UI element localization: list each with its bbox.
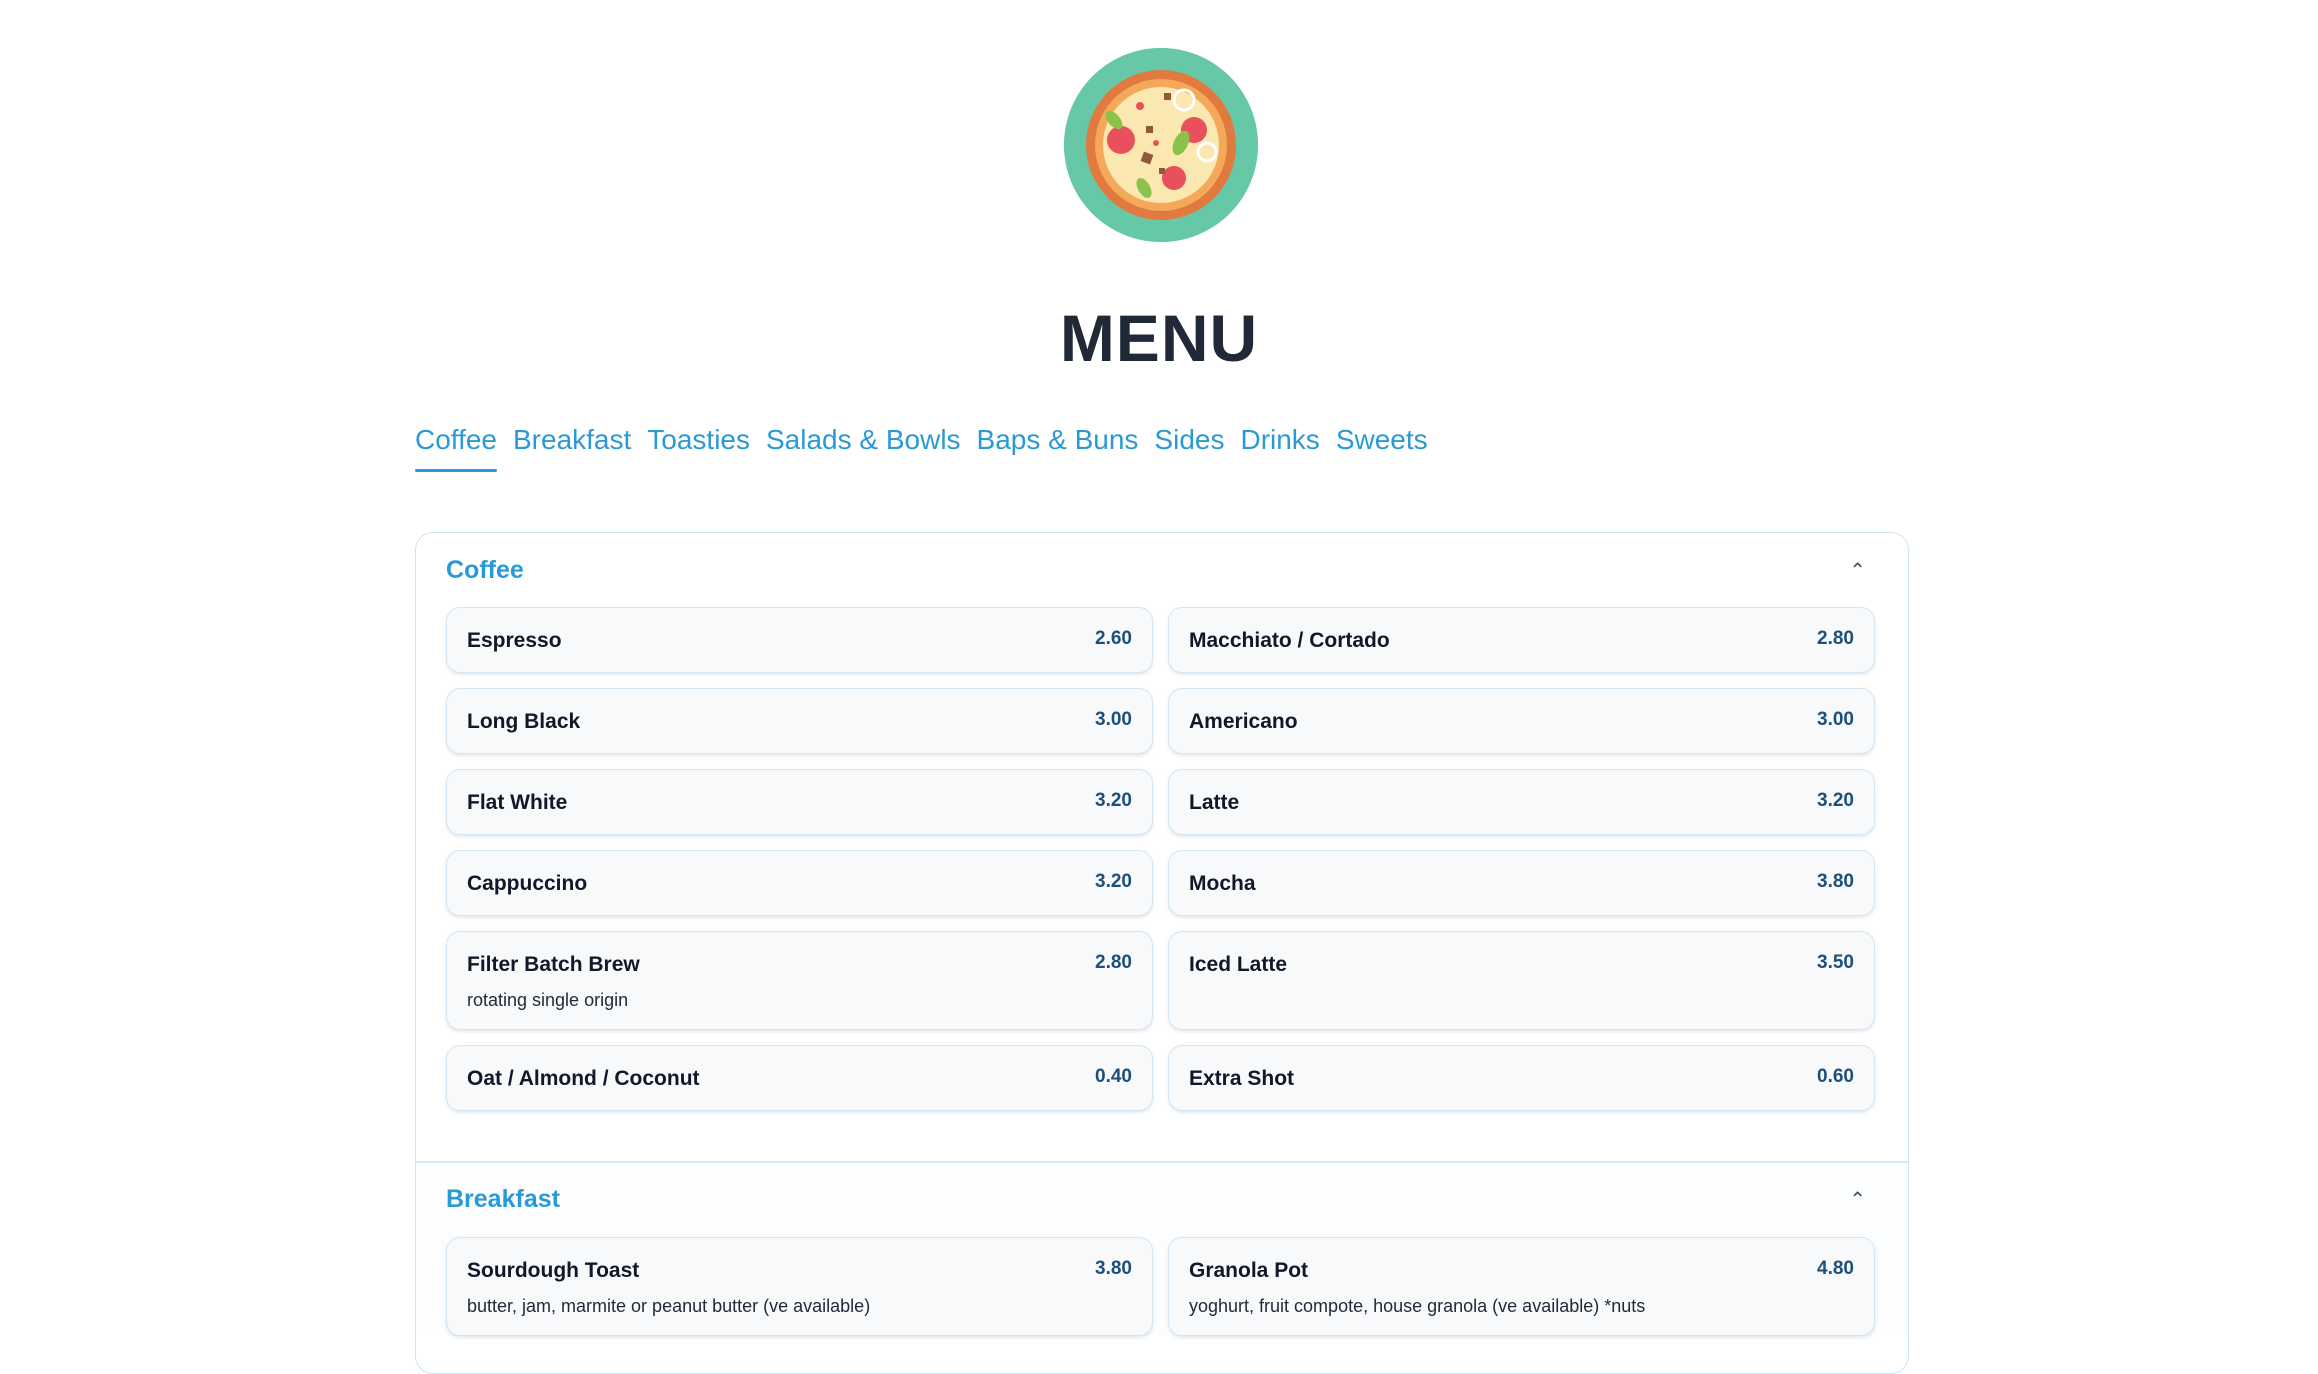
section-breakfast: Breakfast ⌃ Sourdough Toast 3.80 butter, …: [416, 1162, 1908, 1336]
tab-sweets[interactable]: Sweets: [1336, 424, 1428, 472]
menu-item: Oat / Almond / Coconut 0.40: [446, 1045, 1153, 1111]
item-description: rotating single origin: [467, 990, 629, 1010]
menu-item: Latte 3.20: [1168, 769, 1875, 835]
item-name: Americano: [1189, 710, 1298, 733]
menu-item: Americano 3.00: [1168, 688, 1875, 754]
item-name: Cappuccino: [467, 872, 588, 895]
item-price: 3.80: [1817, 871, 1854, 892]
tab-breakfast[interactable]: Breakfast: [513, 424, 631, 472]
tab-drinks[interactable]: Drinks: [1240, 424, 1319, 472]
menu-panel: Coffee ⌃ Espresso 2.60 Macchiato / Cortad…: [415, 532, 1909, 1374]
item-name: Iced Latte: [1189, 953, 1288, 976]
item-description: yoghurt, fruit compote, house granola (v…: [1189, 1295, 1646, 1316]
item-name: Long Black: [467, 710, 581, 733]
tab-salads-bowls[interactable]: Salads & Bowls: [766, 424, 961, 472]
item-price: 3.80: [1095, 1257, 1132, 1279]
menu-item: Filter Batch Brew 2.80 rotating single or…: [446, 931, 1153, 1030]
item-description: butter, jam, marmite or peanut butter (v…: [467, 1295, 871, 1316]
item-price: 2.80: [1817, 628, 1854, 649]
item-price: 3.50: [1817, 952, 1854, 973]
item-grid: Sourdough Toast 3.80 butter, jam, marmite…: [446, 1236, 1878, 1336]
item-price: 0.60: [1817, 1066, 1854, 1087]
menu-item: Cappuccino 3.20: [446, 850, 1153, 916]
tab-baps-buns[interactable]: Baps & Buns: [977, 424, 1139, 472]
item-price: 3.20: [1817, 790, 1854, 811]
menu-item: Macchiato / Cortado 2.80: [1168, 607, 1875, 673]
section-coffee: Coffee ⌃ Espresso 2.60 Macchiato / Cortad…: [416, 533, 1908, 1111]
item-name: Latte: [1189, 791, 1240, 814]
item-price: 2.80: [1095, 952, 1132, 973]
tab-toasties[interactable]: Toasties: [647, 424, 750, 472]
item-grid: Espresso 2.60 Macchiato / Cortado 2.80 Lon…: [446, 607, 1878, 1111]
tab-sides[interactable]: Sides: [1154, 424, 1224, 472]
tab-coffee[interactable]: Coffee: [415, 424, 497, 472]
item-name: Filter Batch Brew: [467, 953, 640, 976]
item-name: Sourdough Toast: [467, 1258, 640, 1282]
menu-item: Extra Shot 0.60: [1168, 1045, 1875, 1111]
item-name: Extra Shot: [1189, 1067, 1295, 1090]
menu-item: Sourdough Toast 3.80 butter, jam, marmite…: [446, 1236, 1153, 1336]
category-tabs: Coffee Breakfast Toasties Salads & Bowls…: [415, 424, 1428, 472]
item-name: Oat / Almond / Coconut: [467, 1067, 700, 1090]
item-price: 0.40: [1095, 1066, 1132, 1087]
item-name: Granola Pot: [1189, 1258, 1309, 1282]
logo: [1064, 48, 1258, 242]
item-name: Flat White: [467, 791, 568, 814]
page-title: MENU: [1059, 301, 1259, 375]
menu-item: Mocha 3.80: [1168, 850, 1875, 916]
item-price: 3.00: [1095, 709, 1132, 730]
item-price: 3.20: [1095, 790, 1132, 811]
chevron-up-icon[interactable]: ⌃: [1849, 558, 1878, 583]
section-title: Coffee: [446, 555, 524, 584]
menu-item: Long Black 3.00: [446, 688, 1153, 754]
section-title: Breakfast: [446, 1185, 560, 1213]
menu-item: Flat White 3.20: [446, 769, 1153, 835]
item-name: Macchiato / Cortado: [1189, 629, 1390, 652]
pizza-icon: [1064, 48, 1258, 242]
item-price: 4.80: [1817, 1257, 1854, 1279]
menu-item: Granola Pot 4.80 yoghurt, fruit compote, …: [1168, 1236, 1875, 1336]
item-price: 2.60: [1095, 628, 1132, 649]
item-name: Espresso: [467, 629, 562, 652]
menu-item: Espresso 2.60: [446, 607, 1153, 673]
section-header[interactable]: Breakfast ⌃: [446, 1163, 1878, 1237]
section-header[interactable]: Coffee ⌃: [446, 533, 1878, 607]
item-price: 3.00: [1817, 709, 1854, 730]
menu-item: Iced Latte 3.50: [1168, 931, 1875, 1030]
chevron-up-icon[interactable]: ⌃: [1849, 1187, 1878, 1212]
item-price: 3.20: [1095, 871, 1132, 892]
item-name: Mocha: [1189, 872, 1256, 895]
